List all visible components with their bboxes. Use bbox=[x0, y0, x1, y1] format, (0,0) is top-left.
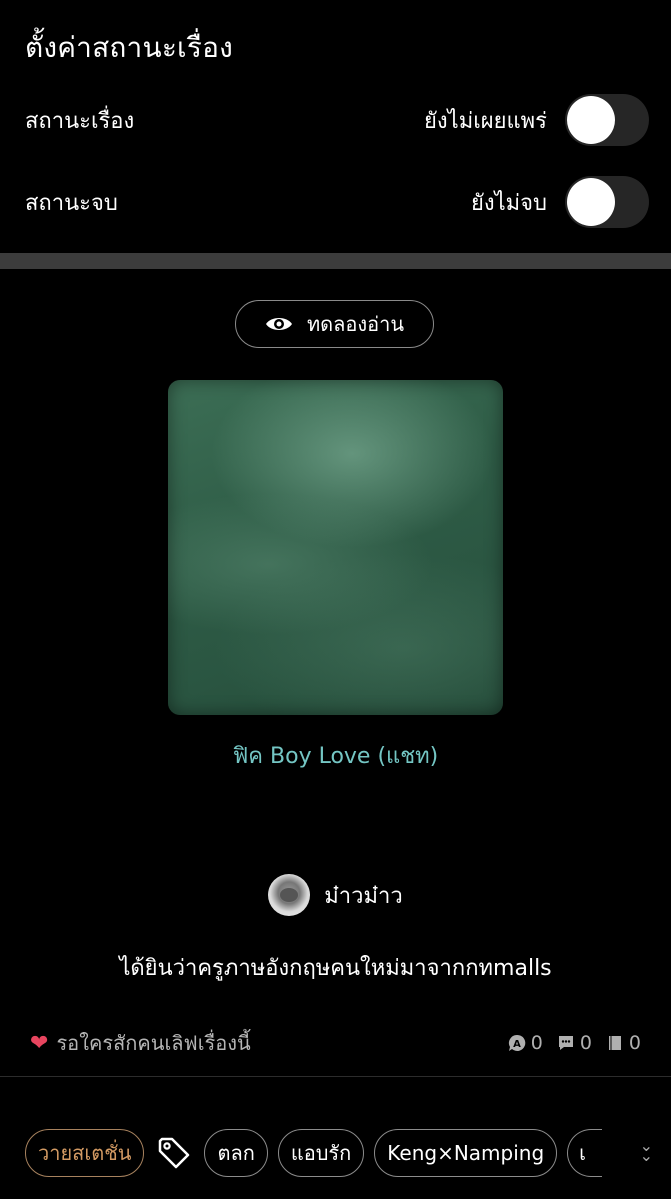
love-text: รอใครสักคนเลิฟเรื่องนี้ bbox=[56, 1031, 251, 1055]
eye-icon bbox=[265, 318, 292, 330]
tag-chip[interactable]: Keng×Namping bbox=[374, 1129, 558, 1177]
story-genre[interactable]: ฟิค Boy Love (แชท) bbox=[0, 738, 671, 773]
comment-icon bbox=[558, 1036, 573, 1050]
svg-text:A: A bbox=[513, 1039, 521, 1050]
setting-label-publish-status: สถานะเรื่อง bbox=[25, 108, 135, 134]
story-cover-image[interactable] bbox=[168, 380, 503, 715]
story-stats: A 0 0 0 bbox=[508, 1032, 641, 1054]
bookmark-count: 0 bbox=[606, 1032, 641, 1054]
setting-row-publish-status: สถานะเรื่อง ยังไม่เผยแพร่ bbox=[25, 90, 649, 150]
toggle-knob bbox=[567, 96, 615, 144]
page-title: ตั้งค่าสถานะเรื่อง bbox=[25, 31, 233, 64]
section-divider bbox=[0, 253, 671, 269]
toggle-knob bbox=[567, 178, 615, 226]
category-chip[interactable]: วายสเตชั่น bbox=[25, 1129, 145, 1177]
tag-chip[interactable]: ตลก bbox=[204, 1129, 268, 1177]
setting-label-complete-status: สถานะจบ bbox=[25, 190, 118, 216]
complete-status-toggle[interactable] bbox=[565, 176, 649, 228]
preview-read-button[interactable]: ทดลองอ่าน bbox=[235, 300, 434, 348]
tag-icon bbox=[154, 1133, 194, 1173]
preview-read-label: ทดลองอ่าน bbox=[306, 312, 405, 336]
setting-value-publish-status: ยังไม่เผยแพร่ bbox=[424, 108, 547, 134]
setting-value-complete-status: ยังไม่จบ bbox=[470, 190, 547, 216]
author-avatar bbox=[268, 874, 311, 916]
divider bbox=[0, 1076, 671, 1077]
story-meta-row: ❤ รอใครสักคนเลิฟเรื่องนี้ A 0 0 0 bbox=[30, 1028, 641, 1058]
chevron-down-icon[interactable]: ⌄ ⌄ bbox=[640, 1138, 653, 1164]
read-count: A 0 bbox=[508, 1032, 543, 1054]
comment-count: 0 bbox=[557, 1032, 592, 1054]
setting-row-complete-status: สถานะจบ ยังไม่จบ bbox=[25, 172, 649, 232]
tags-row: วายสเตชั่น ตลก แอบรัก Keng×Namping เ bbox=[25, 1128, 641, 1178]
author-info[interactable]: ม๋าวม๋าว bbox=[0, 874, 671, 916]
tag-chip[interactable]: เ bbox=[567, 1129, 603, 1177]
heart-icon: ❤ bbox=[30, 1030, 49, 1056]
book-icon bbox=[608, 1036, 621, 1050]
love-status[interactable]: ❤ รอใครสักคนเลิฟเรื่องนี้ bbox=[30, 1027, 251, 1059]
story-synopsis: ได้ยินว่าครูภาษอังกฤษคนใหม่มาจากกทmalls bbox=[119, 956, 552, 981]
author-name: ม๋าวม๋าว bbox=[324, 883, 403, 909]
tag-chip[interactable]: แอบรัก bbox=[277, 1129, 365, 1177]
read-count-icon: A bbox=[508, 1034, 526, 1051]
publish-status-toggle[interactable] bbox=[565, 94, 649, 146]
